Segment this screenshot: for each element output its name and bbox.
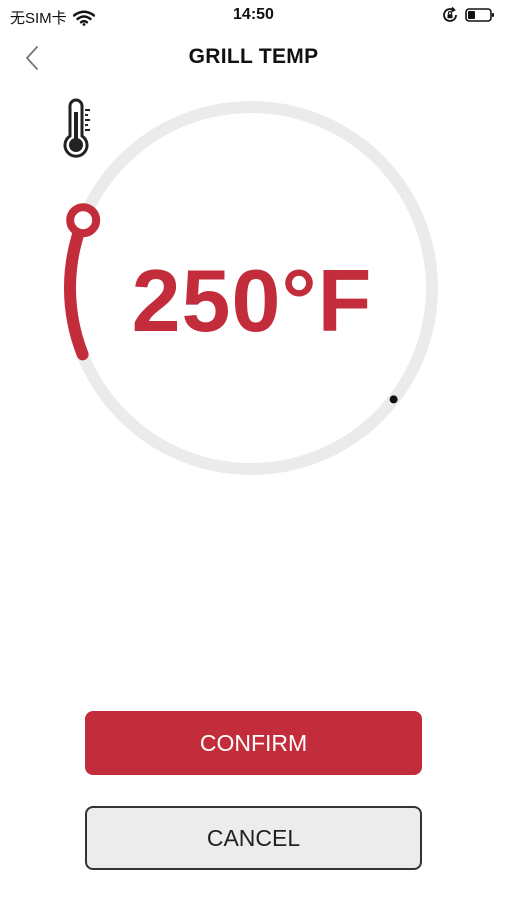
- thermometer-icon: [63, 98, 90, 158]
- cancel-button[interactable]: CANCEL: [85, 806, 422, 870]
- status-bar: 无SIM卡 14:50: [0, 0, 507, 32]
- confirm-button[interactable]: CONFIRM: [85, 711, 422, 775]
- temperature-dial[interactable]: 250°F: [57, 98, 447, 488]
- temperature-value: 250°F: [131, 251, 373, 350]
- status-icons: [441, 6, 495, 24]
- dial-end-marker: [389, 395, 398, 404]
- dial-knob[interactable]: [66, 203, 101, 238]
- rotation-lock-icon: [443, 6, 457, 22]
- page-title: GRILL TEMP: [188, 45, 319, 68]
- status-time: 14:50: [233, 6, 274, 23]
- nav-bar: GRILL TEMP: [0, 34, 507, 80]
- battery-icon: [465, 8, 494, 22]
